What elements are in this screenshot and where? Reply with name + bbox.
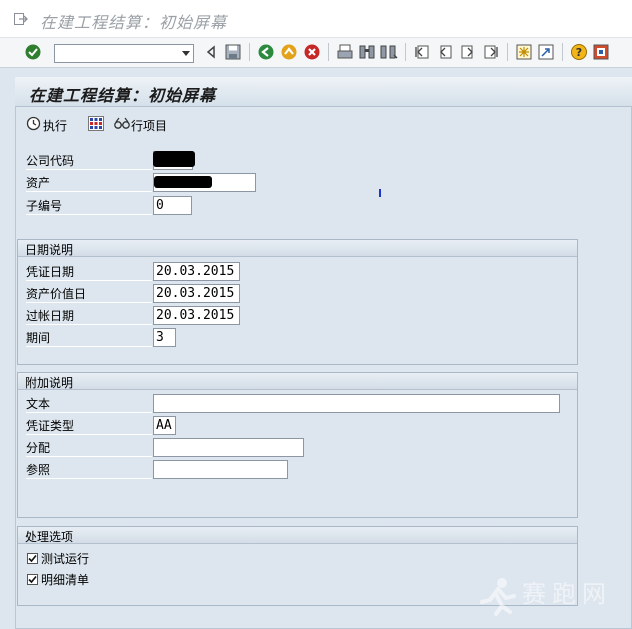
document-type-field[interactable]: AA: [153, 416, 176, 435]
posting-date-label: 过帐日期: [26, 309, 75, 323]
posting-date-field[interactable]: 20.03.2015: [153, 306, 240, 325]
date-group-title: 日期说明: [25, 243, 74, 257]
first-page-icon[interactable]: [413, 43, 431, 61]
dropdown-arrow-icon[interactable]: [182, 51, 190, 56]
sub-number-field[interactable]: 0: [153, 196, 192, 215]
line-items-label: 行项目: [131, 119, 168, 133]
save-icon[interactable]: [224, 43, 242, 61]
asset-label: 资产: [26, 176, 51, 190]
assignment-label: 分配: [26, 441, 51, 455]
options-group-title: 处理选项: [25, 530, 74, 544]
screen-header: 在建工程结算：初始屏幕: [15, 77, 632, 107]
exit-icon[interactable]: [14, 13, 28, 25]
execute-clock-icon: [26, 116, 41, 131]
glasses-icon: [114, 117, 130, 129]
document-type-label: 凭证类型: [26, 419, 75, 433]
period-field[interactable]: 3: [153, 328, 176, 347]
redaction-mark: [153, 151, 195, 167]
shortcut-icon[interactable]: [537, 43, 555, 61]
exit-up-icon[interactable]: [280, 43, 298, 61]
window-title: 在建工程结算：初始屏幕: [40, 13, 228, 32]
find-next-icon[interactable]: [380, 43, 398, 61]
find-icon[interactable]: [358, 43, 376, 61]
sub-number-label: 子编号: [26, 199, 63, 213]
print-icon[interactable]: [336, 43, 354, 61]
test-run-label: 测试运行: [41, 552, 90, 566]
previous-page-icon[interactable]: [436, 43, 454, 61]
reference-label: 参照: [26, 463, 51, 477]
watermark-text: 赛跑网: [522, 580, 612, 608]
create-session-icon[interactable]: [515, 43, 533, 61]
command-field[interactable]: [54, 44, 194, 63]
watermark-logo: 赛跑网: [478, 572, 628, 622]
triangle-left-icon[interactable]: [202, 43, 220, 61]
document-date-label: 凭证日期: [26, 265, 75, 279]
selection-grid-icon[interactable]: [88, 116, 104, 131]
back-icon[interactable]: [257, 43, 275, 61]
detail-list-checkbox[interactable]: [27, 574, 38, 585]
next-page-icon[interactable]: [459, 43, 477, 61]
period-label: 期间: [26, 331, 51, 345]
test-run-checkbox[interactable]: [27, 553, 38, 564]
asset-value-date-field[interactable]: 20.03.2015: [153, 284, 240, 303]
help-icon[interactable]: ?: [570, 43, 588, 61]
execute-label: 执行: [43, 119, 68, 133]
text-label: 文本: [26, 397, 51, 411]
enter-check-icon[interactable]: [24, 43, 42, 61]
assignment-field[interactable]: [153, 438, 304, 457]
document-date-field[interactable]: 20.03.2015: [153, 262, 240, 281]
screen-title: 在建工程结算：初始屏幕: [29, 86, 217, 105]
cancel-icon[interactable]: [303, 43, 321, 61]
text-cursor: [379, 189, 381, 197]
detail-list-label: 明细清单: [41, 573, 90, 587]
system-toolbar: ?: [0, 38, 632, 68]
layout-menu-icon[interactable]: [592, 43, 610, 61]
application-toolbar: 执行 行项目: [15, 107, 632, 141]
redaction-mark: [154, 176, 212, 188]
asset-value-date-label: 资产价值日: [26, 287, 87, 301]
window-title-bar: 在建工程结算：初始屏幕: [0, 0, 632, 38]
last-page-icon[interactable]: [482, 43, 500, 61]
reference-field[interactable]: [153, 460, 288, 479]
text-field[interactable]: [153, 394, 560, 413]
runner-logo-icon: [480, 578, 516, 616]
svg-text:?: ?: [576, 46, 582, 59]
additional-group-title: 附加说明: [25, 376, 74, 390]
company-code-label: 公司代码: [26, 154, 75, 168]
